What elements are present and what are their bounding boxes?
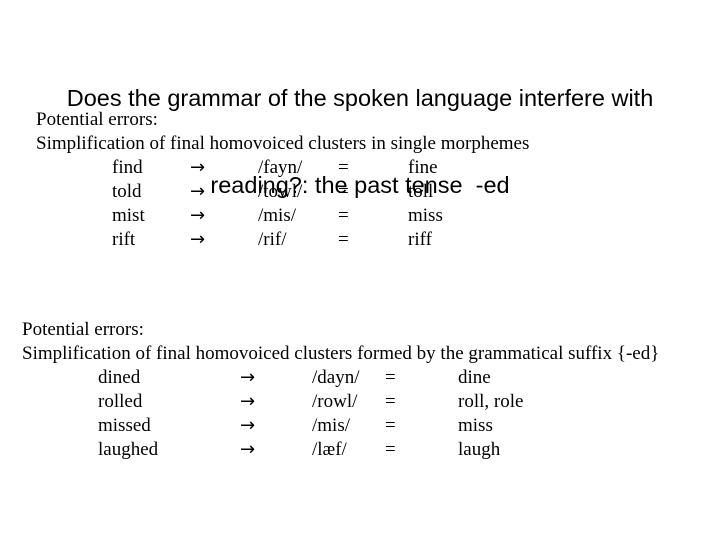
table-row: find → /fayn/ = fine [112,156,443,180]
slide-canvas: Does the grammar of the spoken language … [0,0,720,540]
phoneme-transcription: /towl/ [258,181,303,202]
result-word: fine [408,157,438,178]
source-word: missed [98,415,151,436]
phoneme-transcription: /rowl/ [312,391,358,412]
phoneme-transcription: /mis/ [312,415,351,436]
source-word: laughed [98,439,159,460]
arrow-right-icon: → [240,439,256,460]
source-word: mist [112,205,145,226]
block-one-heading: Potential errors: [36,109,158,130]
source-word: rift [112,229,136,250]
phoneme-transcription: /mis/ [258,205,297,226]
table-row: missed → /mis/ = miss [98,414,523,438]
table-row: rift → /rif/ = riff [112,228,443,252]
table-row: rolled → /rowl/ = roll, role [98,390,523,414]
arrow-right-icon: → [190,157,206,178]
word-table-two: dined → /dayn/ = dine rolled → /rowl/ = … [98,366,523,462]
result-word: dine [458,367,491,388]
equals-sign: = [338,157,349,178]
word-table-one-body: find → /fayn/ = fine told → /towl/ = tol… [112,156,443,252]
equals-sign: = [385,439,396,460]
block-two-description: Simplification of final homovoiced clust… [22,343,660,364]
word-table-one: find → /fayn/ = fine told → /towl/ = tol… [112,156,443,252]
result-word: riff [408,229,432,250]
equals-sign: = [338,229,349,250]
equals-sign: = [385,391,396,412]
content-block-one: Potential errors: Simplification of fina… [36,108,696,252]
table-row: told → /towl/ = toll [112,180,443,204]
arrow-right-icon: → [240,415,256,436]
equals-sign: = [385,367,396,388]
word-table-two-body: dined → /dayn/ = dine rolled → /rowl/ = … [98,366,523,462]
phoneme-transcription: /dayn/ [312,367,360,388]
equals-sign: = [338,205,349,226]
arrow-right-icon: → [240,391,256,412]
result-word: miss [458,415,493,436]
result-word: toll [408,181,434,202]
phoneme-transcription: /rif/ [258,229,287,250]
phoneme-transcription: /fayn/ [258,157,303,178]
source-word: find [112,157,143,178]
source-word: told [112,181,142,202]
block-one-description: Simplification of final homovoiced clust… [36,133,530,154]
table-row: mist → /mis/ = miss [112,204,443,228]
result-word: laugh [458,439,501,460]
arrow-right-icon: → [240,367,256,388]
source-word: rolled [98,391,143,412]
equals-sign: = [385,415,396,436]
phoneme-transcription: /læf/ [312,439,347,460]
table-row: dined → /dayn/ = dine [98,366,523,390]
arrow-right-icon: → [190,205,206,226]
arrow-right-icon: → [190,229,206,250]
block-two-heading: Potential errors: [22,319,144,340]
result-word: miss [408,205,443,226]
result-word: roll, role [458,391,524,412]
source-word: dined [98,367,141,388]
content-block-two: Potential errors: Simplification of fina… [22,318,694,462]
table-row: laughed → /læf/ = laugh [98,438,523,462]
equals-sign: = [338,181,349,202]
arrow-right-icon: → [190,181,206,202]
